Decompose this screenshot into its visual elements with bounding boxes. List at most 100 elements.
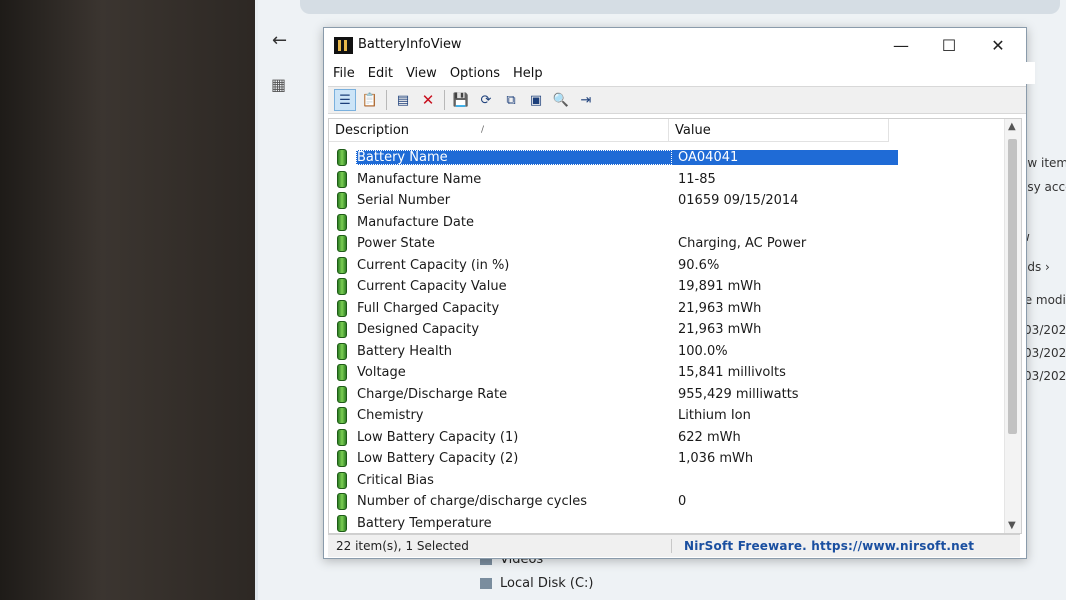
table-row[interactable]: Voltage 15,841 millivolts [329, 362, 1005, 384]
column-description-label: Description [335, 122, 410, 138]
battery-icon [337, 428, 347, 446]
table-row[interactable]: Serial Number 01659 09/15/2014 [329, 190, 1005, 212]
save-icon[interactable]: 💾 [450, 89, 472, 111]
row-description: Voltage [357, 365, 406, 381]
delete-icon[interactable]: ✕ [417, 89, 439, 111]
battery-icon [337, 385, 347, 403]
nav-item-label: Local Disk (C:) [500, 576, 594, 591]
row-description: Number of charge/discharge cycles [357, 494, 587, 510]
copy-icon[interactable]: ⧉ [500, 89, 522, 111]
row-value: OA04041 [672, 150, 898, 166]
row-value: 15,841 millivolts [678, 365, 786, 381]
disk-icon [480, 578, 492, 589]
find-icon[interactable]: 🔍 [550, 89, 572, 111]
row-value: Lithium Ion [678, 408, 751, 424]
column-description[interactable]: Description / [329, 119, 669, 141]
row-description: Manufacture Date [357, 214, 474, 230]
clipboard-icon[interactable]: 📋 [359, 89, 381, 111]
properties-icon[interactable]: ▣ [525, 89, 547, 111]
battery-icon [337, 514, 347, 532]
maximize-button[interactable]: ☐ [929, 32, 969, 58]
row-description: Low Battery Capacity (1) [357, 429, 519, 445]
table-row[interactable]: Designed Capacity 21,963 mWh [329, 319, 1005, 341]
row-description: Battery Temperature [357, 515, 492, 531]
scroll-up-icon[interactable]: ▲ [1008, 121, 1016, 132]
table-row[interactable]: Battery Name OA04041 [329, 147, 1005, 169]
table-row[interactable]: Power State Charging, AC Power [329, 233, 1005, 255]
battery-icon [337, 149, 347, 167]
refresh-icon[interactable]: ⟳ [475, 89, 497, 111]
app-icon [334, 37, 353, 54]
row-description: Low Battery Capacity (2) [357, 451, 519, 467]
battery-info-list[interactable]: Description / Value Battery Name OA04041 M… [328, 118, 1022, 534]
grid-view-icon[interactable]: ▦ [271, 75, 286, 94]
menu-view[interactable]: View [406, 62, 447, 84]
row-value: 100.0% [678, 343, 728, 359]
battery-icon [337, 192, 347, 210]
background-topbar [300, 0, 1060, 14]
menu-edit[interactable]: Edit [368, 62, 403, 84]
table-row[interactable]: Number of charge/discharge cycles 0 [329, 491, 1005, 513]
exit-icon[interactable]: ⇥ [575, 89, 597, 111]
toolbar-separator [444, 90, 445, 110]
close-button[interactable]: ✕ [978, 32, 1018, 58]
title-bar[interactable]: BatteryInfoView — ☐ ✕ [324, 28, 1026, 62]
row-description: Charge/Discharge Rate [357, 386, 508, 402]
row-description: Critical Bias [357, 472, 434, 488]
table-row[interactable]: Charge/Discharge Rate 955,429 milliwatts [329, 384, 1005, 406]
monitor-bezel [0, 0, 255, 600]
minimize-button[interactable]: — [881, 32, 921, 58]
table-row[interactable]: Battery Temperature [329, 513, 1005, 534]
list-view-icon[interactable]: ☰ [334, 89, 356, 111]
battery-icon [337, 471, 347, 489]
row-value: Charging, AC Power [678, 236, 807, 252]
vertical-scrollbar[interactable]: ▲ ▼ [1004, 119, 1021, 533]
row-value: 01659 09/15/2014 [678, 193, 799, 209]
battery-icon [337, 321, 347, 339]
menu-file[interactable]: File [333, 62, 365, 84]
row-description: Designed Capacity [357, 322, 480, 338]
back-arrow-icon[interactable]: ← [272, 30, 287, 51]
row-value: 11-85 [678, 171, 716, 187]
table-row[interactable]: Manufacture Date [329, 212, 1005, 234]
battery-icon [337, 235, 347, 253]
battery-window-icon[interactable]: ▤ [392, 89, 414, 111]
table-row[interactable]: Current Capacity (in %) 90.6% [329, 255, 1005, 277]
row-value: 21,963 mWh [678, 300, 762, 316]
row-description: Manufacture Name [357, 171, 482, 187]
column-value[interactable]: Value [669, 119, 889, 141]
table-row[interactable]: Critical Bias [329, 470, 1005, 492]
row-description: Serial Number [357, 193, 451, 209]
row-description: Chemistry [357, 408, 424, 424]
table-row[interactable]: Low Battery Capacity (2) 1,036 mWh [329, 448, 1005, 470]
battery-icon [337, 493, 347, 511]
menu-options[interactable]: Options [450, 62, 510, 84]
nav-item[interactable]: Local Disk (C:) [480, 576, 593, 591]
scroll-thumb[interactable] [1008, 139, 1017, 434]
row-value: 90.6% [678, 257, 720, 273]
row-value: 1,036 mWh [678, 451, 754, 467]
column-value-label: Value [675, 122, 711, 138]
row-value: 0 [678, 494, 687, 510]
scroll-down-icon[interactable]: ▼ [1008, 520, 1016, 531]
row-description: Full Charged Capacity [357, 300, 500, 316]
list-header: Description / Value [329, 119, 889, 142]
row-description: Current Capacity Value [357, 279, 507, 295]
table-row[interactable]: Manufacture Name 11-85 [329, 169, 1005, 191]
battery-icon [337, 256, 347, 274]
row-description: Battery Name [356, 150, 672, 166]
battery-icon [337, 299, 347, 317]
table-row[interactable]: Chemistry Lithium Ion [329, 405, 1005, 427]
row-value: 19,891 mWh [678, 279, 762, 295]
toolbar-separator [386, 90, 387, 110]
battery-icon [337, 342, 347, 360]
window-title: BatteryInfoView [358, 37, 462, 52]
battery-icon [337, 213, 347, 231]
table-row[interactable]: Low Battery Capacity (1) 622 mWh [329, 427, 1005, 449]
menu-help[interactable]: Help [513, 62, 553, 84]
nirsoft-link[interactable]: NirSoft Freeware. https://www.nirsoft.ne… [672, 539, 974, 553]
row-value: 21,963 mWh [678, 322, 762, 338]
table-row[interactable]: Full Charged Capacity 21,963 mWh [329, 298, 1005, 320]
table-row[interactable]: Battery Health 100.0% [329, 341, 1005, 363]
table-row[interactable]: Current Capacity Value 19,891 mWh [329, 276, 1005, 298]
